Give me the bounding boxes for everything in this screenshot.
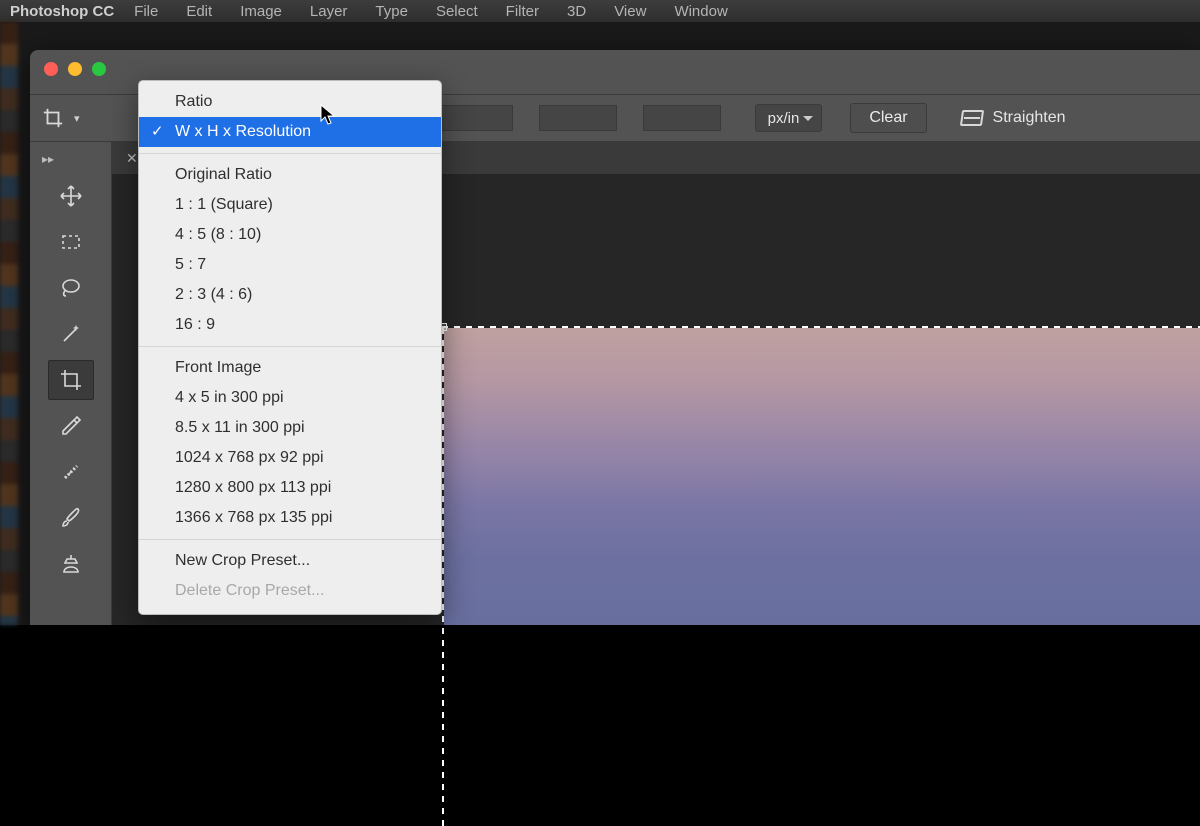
width-input[interactable] [435,105,513,131]
dropdown-item-ratio[interactable]: Ratio [139,87,441,117]
menu-view[interactable]: View [614,3,646,20]
dropdown-separator [139,346,441,347]
resolution-unit-select[interactable]: px/in [755,104,823,132]
dropdown-item-wxhxres[interactable]: W x H x Resolution [139,117,441,147]
tools-panel: ▸▸ [30,142,112,625]
chevron-down-icon[interactable]: ▾ [74,112,80,125]
window-traffic-lights [44,62,106,76]
tab-close-icon[interactable]: ✕ [126,150,138,167]
window-zoom-button[interactable] [92,62,106,76]
magic-wand-tool[interactable] [48,314,94,354]
app-window: ▾ ⇄ px/in Clear Straighten ✕ sd @ 100% (… [30,50,1200,625]
menu-window[interactable]: Window [674,3,727,20]
desktop: ▾ ⇄ px/in Clear Straighten ✕ sd @ 100% (… [0,22,1200,625]
brush-tool[interactable] [48,498,94,538]
menu-type[interactable]: Type [375,3,408,20]
straighten-icon [961,110,983,126]
dropdown-item-new-preset[interactable]: New Crop Preset... [139,546,441,576]
menu-layer[interactable]: Layer [310,3,348,20]
menu-3d[interactable]: 3D [567,3,586,20]
straighten-button[interactable]: Straighten [961,109,1066,127]
dropdown-item-5-7[interactable]: 5 : 7 [139,250,441,280]
window-minimize-button[interactable] [68,62,82,76]
crop-marquee-left[interactable] [442,326,444,826]
dropdown-item-4-5[interactable]: 4 : 5 (8 : 10) [139,220,441,250]
dropdown-item-1-1[interactable]: 1 : 1 (Square) [139,190,441,220]
crop-tool-icon[interactable] [38,103,68,133]
dropdown-item-4x5in[interactable]: 4 x 5 in 300 ppi [139,383,441,413]
dropdown-item-original-ratio[interactable]: Original Ratio [139,160,441,190]
panel-expand-icon[interactable]: ▸▸ [30,148,111,170]
dropdown-item-1280x800[interactable]: 1280 x 800 px 113 ppi [139,473,441,503]
dropdown-item-1024x768[interactable]: 1024 x 768 px 92 ppi [139,443,441,473]
crop-tool[interactable] [48,360,94,400]
menu-filter[interactable]: Filter [506,3,539,20]
mouse-cursor-icon [320,104,338,131]
menu-edit[interactable]: Edit [186,3,212,20]
dropdown-item-front-image[interactable]: Front Image [139,353,441,383]
crop-marquee-top[interactable] [442,326,1200,328]
menu-image[interactable]: Image [240,3,282,20]
menu-file[interactable]: File [134,3,158,20]
dropdown-item-1366x768[interactable]: 1366 x 768 px 135 ppi [139,503,441,533]
app-name: Photoshop CC [10,3,114,20]
clone-stamp-tool[interactable] [48,544,94,584]
eyedropper-tool[interactable] [48,406,94,446]
document-image [444,328,1200,625]
background-dock-blur [0,22,18,625]
clear-button[interactable]: Clear [850,103,926,133]
move-tool[interactable] [48,176,94,216]
lasso-tool[interactable] [48,268,94,308]
crop-preset-dropdown: Ratio W x H x Resolution Original Ratio … [138,80,442,615]
dropdown-separator [139,539,441,540]
height-input[interactable] [539,105,617,131]
dropdown-item-2-3[interactable]: 2 : 3 (4 : 6) [139,280,441,310]
dropdown-item-16-9[interactable]: 16 : 9 [139,310,441,340]
dropdown-separator [139,153,441,154]
dropdown-item-8p5x11in[interactable]: 8.5 x 11 in 300 ppi [139,413,441,443]
marquee-tool[interactable] [48,222,94,262]
mac-menubar: Photoshop CC File Edit Image Layer Type … [0,0,1200,22]
dropdown-item-delete-preset: Delete Crop Preset... [139,576,441,606]
resolution-input[interactable] [643,105,721,131]
menu-select[interactable]: Select [436,3,478,20]
window-close-button[interactable] [44,62,58,76]
healing-brush-tool[interactable] [48,452,94,492]
straighten-label: Straighten [993,109,1066,127]
